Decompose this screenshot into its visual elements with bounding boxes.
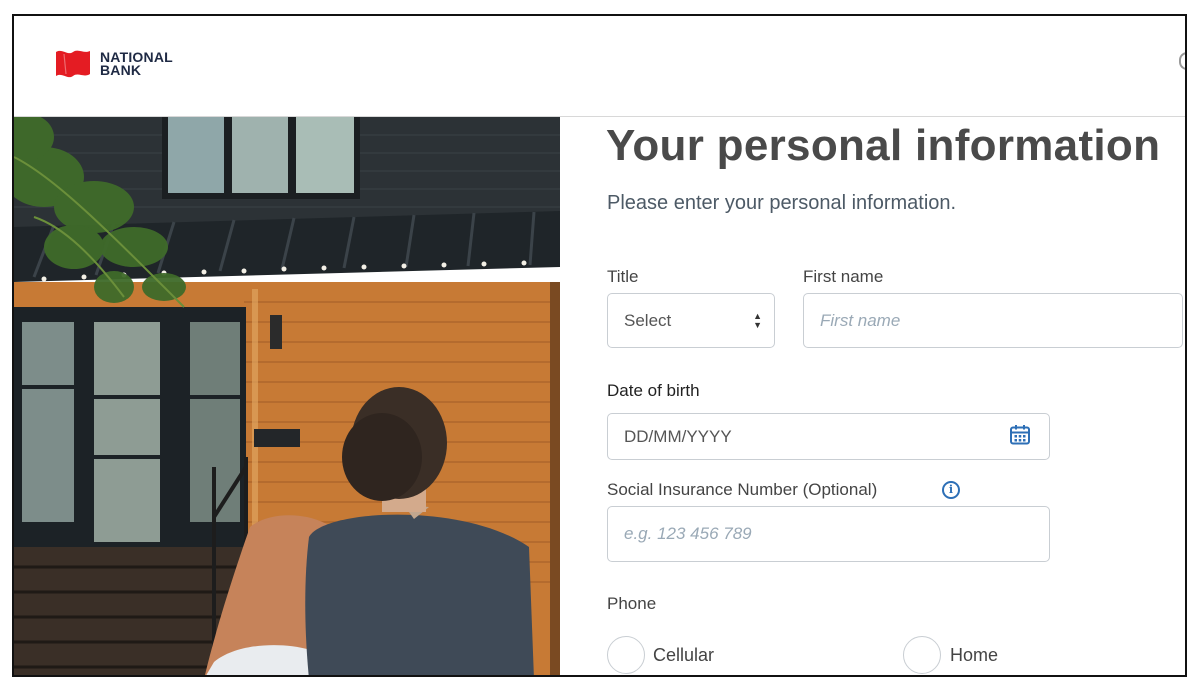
location-icon[interactable] <box>1179 52 1185 70</box>
phone-option-cellular-label[interactable]: Cellular <box>653 645 714 666</box>
app-frame: NATIONAL BANK Your personal information … <box>12 14 1187 677</box>
phone-label: Phone <box>607 594 657 613</box>
brand-logo[interactable]: NATIONAL BANK <box>54 48 173 80</box>
national-bank-flag-icon <box>54 48 92 80</box>
sin-placeholder: e.g. 123 456 789 <box>624 524 752 543</box>
dob-input[interactable]: DD/MM/YYYY <box>607 413 1050 460</box>
title-label: Title <box>607 267 639 286</box>
select-arrows-icon: ▲ ▼ <box>753 310 762 330</box>
sin-label: Social Insurance Number (Optional) <box>607 480 878 499</box>
dob-format-text: DD/MM/YYYY <box>624 426 732 446</box>
page-title: Your personal information <box>606 121 1161 170</box>
site-header: NATIONAL BANK <box>14 16 1185 117</box>
title-select-value: Select <box>624 310 672 330</box>
page-subtitle: Please enter your personal information. <box>607 192 957 214</box>
title-select[interactable]: Select ▲ ▼ <box>607 293 775 348</box>
personal-info-form: Your personal information Please enter y… <box>605 117 1185 675</box>
info-icon[interactable]: i <box>942 481 960 499</box>
hero-photo <box>14 117 560 675</box>
phone-radio-cellular[interactable] <box>607 636 645 674</box>
phone-radio-home[interactable] <box>903 636 941 674</box>
calendar-icon[interactable] <box>1009 423 1031 450</box>
brand-name-line2: BANK <box>100 62 142 78</box>
sin-input[interactable]: e.g. 123 456 789 <box>607 506 1050 562</box>
first-name-input[interactable]: First name <box>803 293 1183 348</box>
phone-option-home-label[interactable]: Home <box>950 645 998 666</box>
first-name-placeholder: First name <box>820 310 901 330</box>
first-name-label: First name <box>803 267 884 286</box>
dob-label: Date of birth <box>607 381 700 400</box>
